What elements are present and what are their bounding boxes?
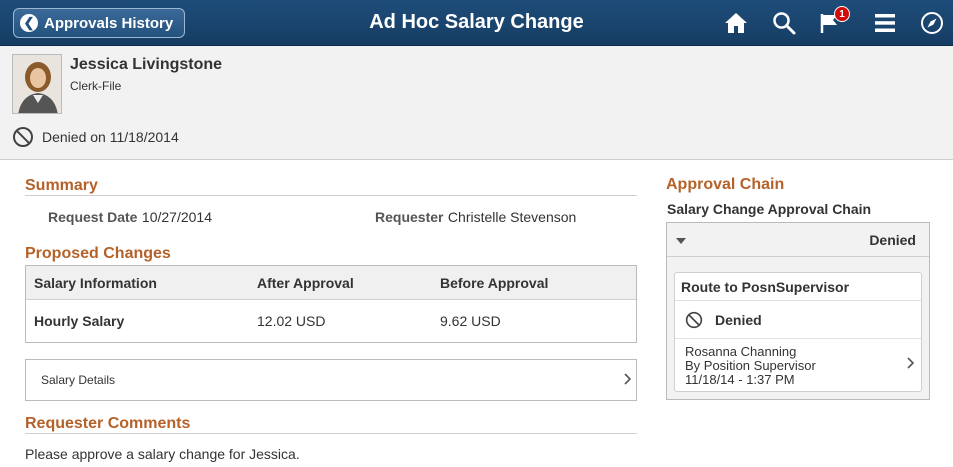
summary-divider <box>25 195 637 196</box>
chevron-left-icon: ❮ <box>20 14 38 32</box>
navbar-compass-icon[interactable] <box>918 9 946 37</box>
chain-collapse-header[interactable]: Denied <box>667 223 929 257</box>
comments-divider <box>25 433 637 434</box>
step-title: Route to PosnSupervisor <box>675 273 921 301</box>
search-icon[interactable] <box>770 9 798 37</box>
approver-role: By Position Supervisor <box>685 358 816 373</box>
approval-step-card: Route to PosnSupervisor Denied Rosanna C… <box>674 272 922 392</box>
request-date-label: Request Date <box>48 209 138 225</box>
approver-name: Rosanna Channing <box>685 344 797 359</box>
menu-icon[interactable] <box>871 9 899 37</box>
denied-icon <box>685 311 703 328</box>
approval-chain-title: Approval Chain <box>666 176 785 193</box>
column-header: Salary Information <box>34 274 157 291</box>
request-date-value: 10/27/2014 <box>141 209 212 225</box>
employee-banner: Jessica Livingstone Clerk-File Denied on… <box>0 46 953 160</box>
request-date-field: Request Date 10/27/2014 <box>48 209 212 227</box>
requester-field: Requester Christelle Stevenson <box>375 209 576 227</box>
proposed-changes-title: Proposed Changes <box>25 245 171 262</box>
home-icon[interactable] <box>722 9 750 37</box>
salary-details-row[interactable]: Salary Details <box>25 359 637 401</box>
requester-value: Christelle Stevenson <box>447 209 577 225</box>
step-status-text: Denied <box>715 311 762 328</box>
status-text: Denied on 11/18/2014 <box>42 129 179 145</box>
requester-comments-title: Requester Comments <box>25 415 191 432</box>
chevron-right-icon <box>624 372 632 388</box>
salary-info-cell: Hourly Salary <box>34 313 125 329</box>
chevron-right-icon <box>907 357 915 372</box>
requester-comment-text: Please approve a salary change for Jessi… <box>25 446 300 462</box>
column-header: Before Approval <box>440 274 549 291</box>
request-status: Denied on 11/18/2014 <box>12 126 179 148</box>
after-approval-cell: 12.02 USD <box>257 313 326 329</box>
notification-flag-icon[interactable]: 1 <box>816 6 850 37</box>
proposed-changes-table: Salary Information After Approval Before… <box>25 265 637 343</box>
before-approval-cell: 9.62 USD <box>440 313 501 329</box>
approvals-history-back-button[interactable]: ❮ Approvals History <box>13 8 185 38</box>
approval-time: 11/18/14 - 1:37 PM <box>685 372 795 387</box>
column-header: After Approval <box>257 274 354 291</box>
chain-name: Salary Change Approval Chain <box>667 201 872 217</box>
requester-label: Requester <box>375 209 444 225</box>
notification-badge: 1 <box>834 6 850 22</box>
employee-photo <box>12 54 62 114</box>
top-banner: ❮ Approvals History Ad Hoc Salary Change… <box>0 0 953 46</box>
salary-details-label: Salary Details <box>41 373 116 387</box>
table-header: Salary Information After Approval Before… <box>26 266 636 300</box>
employee-name: Jessica Livingstone <box>70 56 223 73</box>
denied-icon <box>13 127 33 147</box>
approval-chain-panel: Denied Route to PosnSupervisor Denied Ro… <box>666 222 930 400</box>
table-row: Hourly Salary 12.02 USD 9.62 USD <box>26 300 636 342</box>
back-button-label: Approvals History <box>44 14 174 32</box>
employee-job-title: Clerk-File <box>70 79 122 93</box>
step-status: Denied <box>675 301 921 339</box>
chain-status: Denied <box>869 231 916 248</box>
approver-row[interactable]: Rosanna Channing By Position Supervisor … <box>675 339 921 387</box>
summary-title: Summary <box>25 177 98 194</box>
caret-down-icon <box>675 232 687 248</box>
